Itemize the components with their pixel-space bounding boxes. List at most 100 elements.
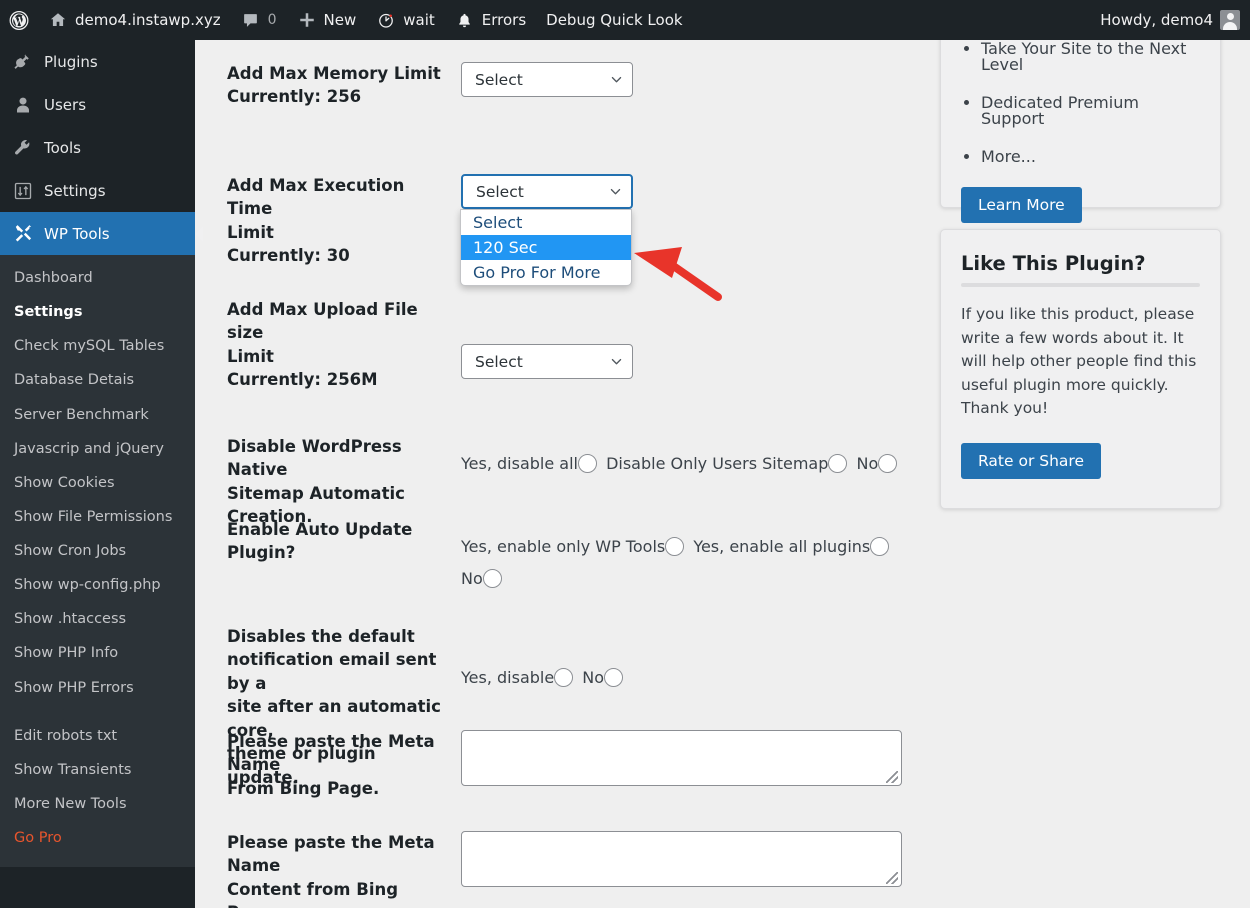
row-label: Please paste the Meta Name From Bing Pag… xyxy=(195,730,460,800)
row-field: Yes, disable all Disable Only Users Site… xyxy=(460,435,940,529)
row-disable-native-sitemap: Disable WordPress Native Sitemap Automat… xyxy=(195,435,940,529)
submenu-item-go-pro[interactable]: Go Pro xyxy=(0,821,195,855)
wp-tools-submenu: Dashboard Settings Check mySQL Tables Da… xyxy=(0,255,195,867)
sidebar-item-label: Users xyxy=(44,96,86,114)
like-panel-body: Like This Plugin? If you like this produ… xyxy=(941,230,1220,479)
radio-sitemap-no[interactable] xyxy=(878,454,897,473)
like-panel-title: Like This Plugin? xyxy=(961,230,1200,283)
sidebar-item-users[interactable]: Users xyxy=(0,83,195,126)
submenu-item-show-cookies[interactable]: Show Cookies xyxy=(0,466,195,500)
page-body: Add Max Memory Limit Currently: 256 Sele… xyxy=(195,40,1250,908)
sitemap-radio-group: Yes, disable all Disable Only Users Site… xyxy=(461,448,906,480)
radio-yes-disable-email[interactable] xyxy=(554,668,573,687)
debug-quick-look-menu[interactable]: Debug Quick Look xyxy=(536,0,692,40)
sidebar-item-settings[interactable]: Settings xyxy=(0,169,195,212)
comment-icon xyxy=(241,10,261,30)
row-max-memory-limit: Add Max Memory Limit Currently: 256 Sele… xyxy=(195,62,940,109)
radio-enable-only-wp-tools[interactable] xyxy=(665,537,684,556)
wrench-icon xyxy=(12,137,34,159)
dropdown-option[interactable]: Go Pro For More xyxy=(461,260,631,285)
radio-label: Disable Only Users Sitemap xyxy=(606,454,828,473)
submenu-item-show-htaccess[interactable]: Show .htaccess xyxy=(0,602,195,636)
row-field: Yes, enable only WP Tools Yes, enable al… xyxy=(460,518,940,595)
radio-label: Yes, disable xyxy=(461,668,554,687)
radio-enable-all-plugins[interactable] xyxy=(870,537,889,556)
rate-or-share-button[interactable]: Rate or Share xyxy=(961,443,1101,479)
radio-autoupdate-no[interactable] xyxy=(483,569,502,588)
sidebar-item-plugins[interactable]: Plugins xyxy=(0,40,195,83)
sidebar-item-label: Tools xyxy=(44,139,81,157)
submenu-item-database-detais[interactable]: Database Detais xyxy=(0,363,195,397)
errors-label: Errors xyxy=(482,11,526,29)
submenu-item-check-mysql-tables[interactable]: Check mySQL Tables xyxy=(0,329,195,363)
chevron-down-icon xyxy=(608,184,623,199)
row-max-upload-file-size-limit: Add Max Upload File size Limit Currently… xyxy=(195,298,940,392)
max-memory-limit-select[interactable]: Select xyxy=(461,62,633,97)
learn-more-button[interactable]: Learn More xyxy=(961,187,1082,223)
radio-disable-only-users-sitemap[interactable] xyxy=(828,454,847,473)
submenu-item-show-transients[interactable]: Show Transients xyxy=(0,753,195,787)
radio-yes-disable-all[interactable] xyxy=(578,454,597,473)
row-enable-auto-update-plugin: Enable Auto Update Plugin? Yes, enable o… xyxy=(195,518,940,595)
bing-meta-name-textarea[interactable] xyxy=(461,730,902,786)
sidebar-item-label: Settings xyxy=(44,182,106,200)
comments-menu[interactable]: 0 xyxy=(231,0,287,40)
notifyemail-radio-group: Yes, disable No xyxy=(461,662,906,694)
row-label: Add Max Execution Time Limit Currently: … xyxy=(195,174,460,268)
row-label: Please paste the Meta Name Content from … xyxy=(195,831,460,908)
list-item: Take Your Site to the Next Level xyxy=(981,41,1200,73)
submenu-item-show-cron-jobs[interactable]: Show Cron Jobs xyxy=(0,534,195,568)
submenu-item-server-benchmark[interactable]: Server Benchmark xyxy=(0,398,195,432)
submenu-item-more-new-tools[interactable]: More New Tools xyxy=(0,787,195,821)
go-pro-feature-list: Take Your Site to the Next Level Dedicat… xyxy=(961,41,1200,165)
radio-label: No xyxy=(461,569,483,588)
site-name-menu[interactable]: demo4.instawp.xyz xyxy=(38,0,231,40)
stopwatch-icon xyxy=(376,10,396,30)
sidebar-panels-column: Take Your Site to the Next Level Dedicat… xyxy=(940,40,1250,908)
submenu-item-settings[interactable]: Settings xyxy=(0,295,195,329)
submenu-item-show-php-info[interactable]: Show PHP Info xyxy=(0,636,195,670)
select-value: Select xyxy=(476,183,608,201)
radio-label: No xyxy=(856,454,878,473)
submenu-item-show-php-errors[interactable]: Show PHP Errors xyxy=(0,671,195,705)
sliders-icon xyxy=(12,180,34,202)
wait-menu[interactable]: wait xyxy=(366,0,445,40)
new-content-menu[interactable]: New xyxy=(287,0,367,40)
submenu-item-edit-robots-txt[interactable]: Edit robots txt xyxy=(0,719,195,753)
row-field: Select Select 120 Sec Go Pro For More xyxy=(460,174,940,268)
chevron-down-icon xyxy=(609,72,624,87)
row-bing-meta-name-content: Please paste the Meta Name Content from … xyxy=(195,831,940,908)
bell-icon xyxy=(455,10,475,30)
my-account-menu[interactable]: Howdy, demo4 xyxy=(1090,0,1250,40)
radio-email-no[interactable] xyxy=(604,668,623,687)
bing-meta-name-content-textarea[interactable] xyxy=(461,831,902,887)
sidebar-item-wp-tools[interactable]: WP Tools xyxy=(0,212,195,255)
like-this-plugin-panel: Like This Plugin? If you like this produ… xyxy=(940,229,1221,509)
like-panel-text: If you like this product, please write a… xyxy=(961,303,1200,421)
list-item: More... xyxy=(981,149,1200,165)
max-execution-time-select[interactable]: Select xyxy=(461,174,633,209)
submenu-item-javascrip-and-jquery[interactable]: Javascrip and jQuery xyxy=(0,432,195,466)
radio-label: Yes, disable all xyxy=(461,454,578,473)
errors-menu[interactable]: Errors xyxy=(445,0,536,40)
sidebar-item-tools[interactable]: Tools xyxy=(0,126,195,169)
plug-icon xyxy=(12,51,34,73)
submenu-separator xyxy=(0,705,195,719)
submenu-item-show-file-permissions[interactable]: Show File Permissions xyxy=(0,500,195,534)
dropdown-option-selected[interactable]: 120 Sec xyxy=(461,235,631,260)
user-icon xyxy=(12,94,34,116)
row-field: Select xyxy=(460,298,940,392)
site-name-label: demo4.instawp.xyz xyxy=(75,11,221,29)
row-field xyxy=(460,831,940,908)
comment-count: 0 xyxy=(268,12,277,28)
max-execution-time-dropdown-list[interactable]: Select 120 Sec Go Pro For More xyxy=(460,209,632,286)
dropdown-option[interactable]: Select xyxy=(461,210,631,235)
radio-label: Yes, enable only WP Tools xyxy=(461,537,665,556)
submenu-item-show-wp-config-php[interactable]: Show wp-config.php xyxy=(0,568,195,602)
wordpress-logo-button[interactable] xyxy=(0,0,38,40)
sidebar-item-label: Plugins xyxy=(44,53,98,71)
home-icon xyxy=(48,10,68,30)
max-upload-file-size-select[interactable]: Select xyxy=(461,344,633,379)
submenu-item-dashboard[interactable]: Dashboard xyxy=(0,261,195,295)
row-label: Enable Auto Update Plugin? xyxy=(195,518,460,595)
